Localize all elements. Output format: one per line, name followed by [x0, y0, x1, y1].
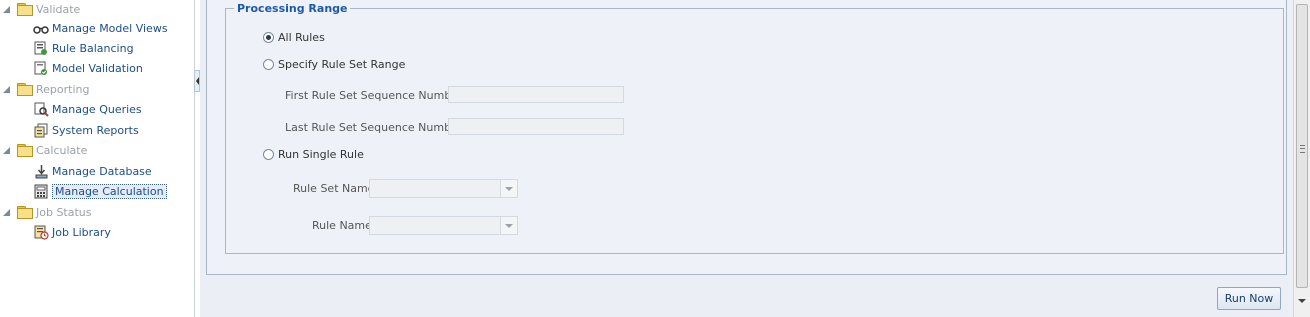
folder-icon — [17, 144, 33, 157]
dropdown-arrow-icon[interactable] — [500, 180, 517, 197]
tree-item-model-validation[interactable]: Model Validation — [33, 59, 143, 78]
content-area: Processing Range All Rules Specify Rule … — [206, 0, 1287, 275]
tree-group-label: Calculate — [36, 144, 88, 157]
folder-icon — [17, 3, 33, 16]
grip-icon — [1300, 145, 1305, 153]
all-rules-option[interactable]: All Rules — [263, 31, 325, 44]
tree-item-manage-calculation[interactable]: Manage Calculation — [33, 182, 167, 201]
tree-item-manage-queries[interactable]: Manage Queries — [33, 100, 142, 119]
tree-item-label: Rule Balancing — [52, 42, 134, 55]
navigation-tree: Validate Manage Model Views Rule Balanci… — [0, 0, 195, 317]
first-seq-input[interactable] — [448, 86, 624, 103]
single-rule-label: Run Single Rule — [278, 148, 364, 161]
vertical-scrollbar[interactable] — [1293, 0, 1310, 317]
folder-icon — [17, 83, 33, 96]
specify-range-label: Specify Rule Set Range — [278, 58, 406, 71]
validation-check-icon — [33, 61, 49, 77]
tree-item-label: Manage Database — [52, 165, 152, 178]
tree-group-label: Reporting — [36, 83, 90, 96]
tree-item-label: Manage Model Views — [52, 22, 168, 35]
dropdown-arrow-icon[interactable] — [500, 217, 517, 234]
job-library-icon — [33, 225, 49, 241]
tree-item-label: Manage Queries — [52, 103, 142, 116]
tree-item-label: Job Library — [52, 226, 111, 239]
collapse-icon[interactable] — [3, 147, 10, 154]
tree-item-system-reports[interactable]: System Reports — [33, 121, 139, 140]
tree-group-label: Validate — [36, 3, 81, 16]
scrollbar-thumb[interactable] — [1296, 4, 1308, 288]
report-icon — [33, 123, 49, 139]
run-now-button[interactable]: Run Now — [1217, 287, 1281, 310]
collapse-left-icon — [196, 77, 199, 85]
database-download-icon — [33, 164, 49, 180]
tree-item-manage-database[interactable]: Manage Database — [33, 162, 152, 181]
rule-name-select[interactable] — [369, 216, 518, 235]
tree-item-job-library[interactable]: Job Library — [33, 223, 111, 242]
scroll-down-icon[interactable] — [1298, 299, 1306, 303]
single-rule-radio[interactable] — [263, 149, 274, 160]
tree-group-job-status[interactable]: Job Status — [3, 203, 92, 222]
rule-set-name-select[interactable] — [369, 179, 518, 198]
rule-balancing-icon — [33, 41, 49, 57]
rule-set-name-label: Rule Set Name — [293, 182, 375, 195]
rule-name-label: Rule Name — [312, 219, 372, 232]
tree-item-manage-model-views[interactable]: Manage Model Views — [33, 19, 168, 38]
processing-range-fieldset: Processing Range All Rules Specify Rule … — [225, 2, 1284, 254]
collapse-icon[interactable] — [3, 86, 10, 93]
tree-item-label: Manage Calculation — [52, 184, 167, 199]
tree-group-validate[interactable]: Validate — [3, 0, 80, 19]
query-magnifier-icon — [33, 102, 49, 118]
collapse-icon[interactable] — [3, 6, 10, 13]
single-rule-option[interactable]: Run Single Rule — [263, 148, 364, 161]
specify-range-radio[interactable] — [263, 59, 274, 70]
first-seq-label: First Rule Set Sequence Number — [285, 89, 463, 102]
specify-range-option[interactable]: Specify Rule Set Range — [263, 58, 405, 71]
tree-item-label: System Reports — [52, 124, 139, 137]
glasses-icon — [33, 21, 49, 37]
tree-group-calculate[interactable]: Calculate — [3, 141, 87, 160]
main-panel: Processing Range All Rules Specify Rule … — [200, 0, 1293, 317]
tree-item-rule-balancing[interactable]: Rule Balancing — [33, 39, 134, 58]
collapse-icon[interactable] — [3, 209, 10, 216]
processing-range-legend: Processing Range — [234, 2, 351, 15]
last-seq-input[interactable] — [448, 118, 624, 135]
tree-item-label: Model Validation — [52, 62, 143, 75]
all-rules-radio[interactable] — [263, 32, 274, 43]
last-seq-label: Last Rule Set Sequence Number — [285, 121, 463, 134]
folder-icon — [17, 206, 33, 219]
tree-group-reporting[interactable]: Reporting — [3, 80, 89, 99]
calculator-icon — [33, 184, 49, 200]
tree-group-label: Job Status — [36, 206, 92, 219]
all-rules-label: All Rules — [278, 31, 325, 44]
